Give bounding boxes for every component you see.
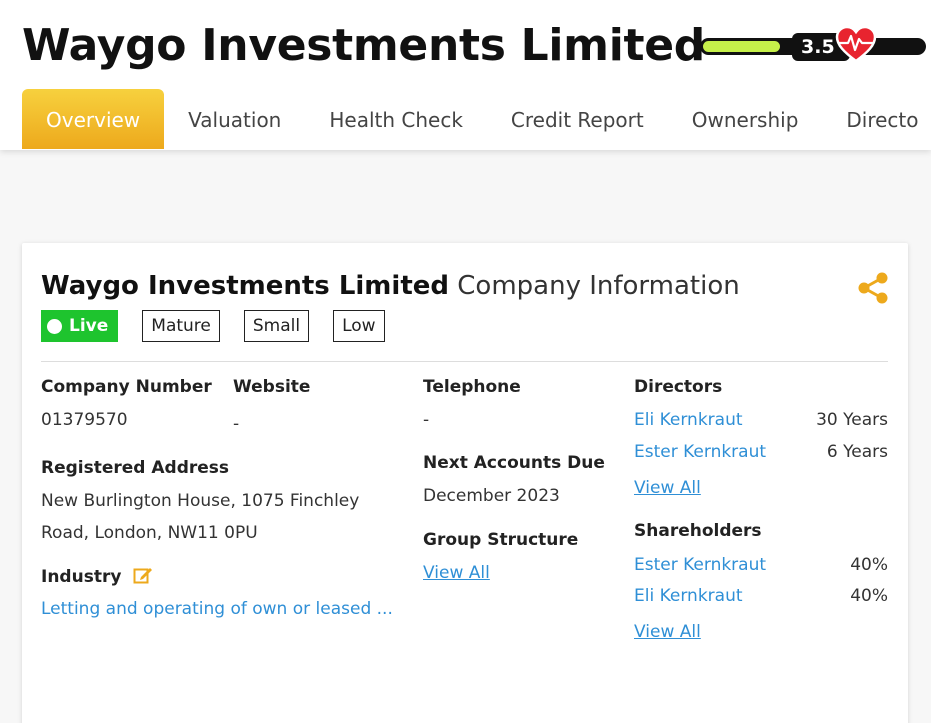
card-title-company: Waygo Investments Limited [41,271,449,301]
director-link[interactable]: Ester Kernkraut [634,442,766,462]
tab-bar: Overview Valuation Health Check Credit R… [22,89,931,149]
shareholder-link[interactable]: Eli Kernkraut [634,586,743,606]
directors-view-all[interactable]: View All [634,478,701,498]
website-value: - [233,414,240,434]
industry-label-text: Industry [41,567,122,587]
badge-risk: Low [333,310,385,342]
status-badge-live-label: Live [69,316,109,336]
tab-health-check[interactable]: Health Check [305,89,487,149]
director-link[interactable]: Eli Kernkraut [634,410,743,430]
director-tenure: 6 Years [826,442,888,462]
health-meter[interactable]: 3.5 [700,25,928,64]
tab-ownership[interactable]: Ownership [668,89,823,149]
industry-label: Industry [41,566,153,587]
tab-credit-report[interactable]: Credit Report [487,89,668,149]
health-fill [703,41,780,52]
card-title-suffix: Company Information [457,271,740,301]
shareholder-share: 40% [850,555,888,575]
registered-address-label: Registered Address [41,458,230,478]
company-number-label: Company Number [41,377,212,397]
shareholder-share: 40% [850,586,888,606]
heart-pulse-icon [835,25,877,63]
shareholder-link[interactable]: Ester Kernkraut [634,555,766,575]
director-tenure: 30 Years [816,410,888,430]
live-dot-icon [47,318,62,334]
telephone-label: Telephone [423,377,521,397]
company-title: Waygo Investments Limited [22,20,705,71]
group-structure-view-all[interactable]: View All [423,563,490,583]
status-badge-live: Live [41,310,119,342]
registered-address-line2: Road, London, NW11 0PU [41,523,258,543]
shareholders-label: Shareholders [634,521,762,541]
share-icon[interactable] [856,271,890,305]
divider [41,361,888,362]
industry-link[interactable]: Letting and operating of own or leased .… [41,599,393,619]
card-title: Waygo Investments Limited Company Inform… [41,271,740,301]
next-accounts-value: December 2023 [423,486,560,506]
shareholders-view-all[interactable]: View All [634,622,701,642]
tab-valuation[interactable]: Valuation [164,89,305,149]
company-info-card: Waygo Investments Limited Company Inform… [22,243,908,723]
badge-size: Small [243,310,310,342]
status-badges: Live Mature Small Low [41,310,409,342]
group-structure-label: Group Structure [423,530,579,550]
registered-address-line1: New Burlington House, 1075 Finchley [41,491,360,511]
company-number-value: 01379570 [41,410,128,430]
top-bar: Waygo Investments Limited 3.5 Overview V… [0,0,931,150]
website-label: Website [233,377,311,397]
directors-label: Directors [634,377,723,397]
tab-directors[interactable]: Directo [822,89,931,149]
badge-age: Mature [142,310,220,342]
tab-overview[interactable]: Overview [22,89,165,149]
next-accounts-label: Next Accounts Due [423,453,605,473]
edit-icon[interactable] [133,566,153,584]
telephone-value: - [423,410,430,430]
